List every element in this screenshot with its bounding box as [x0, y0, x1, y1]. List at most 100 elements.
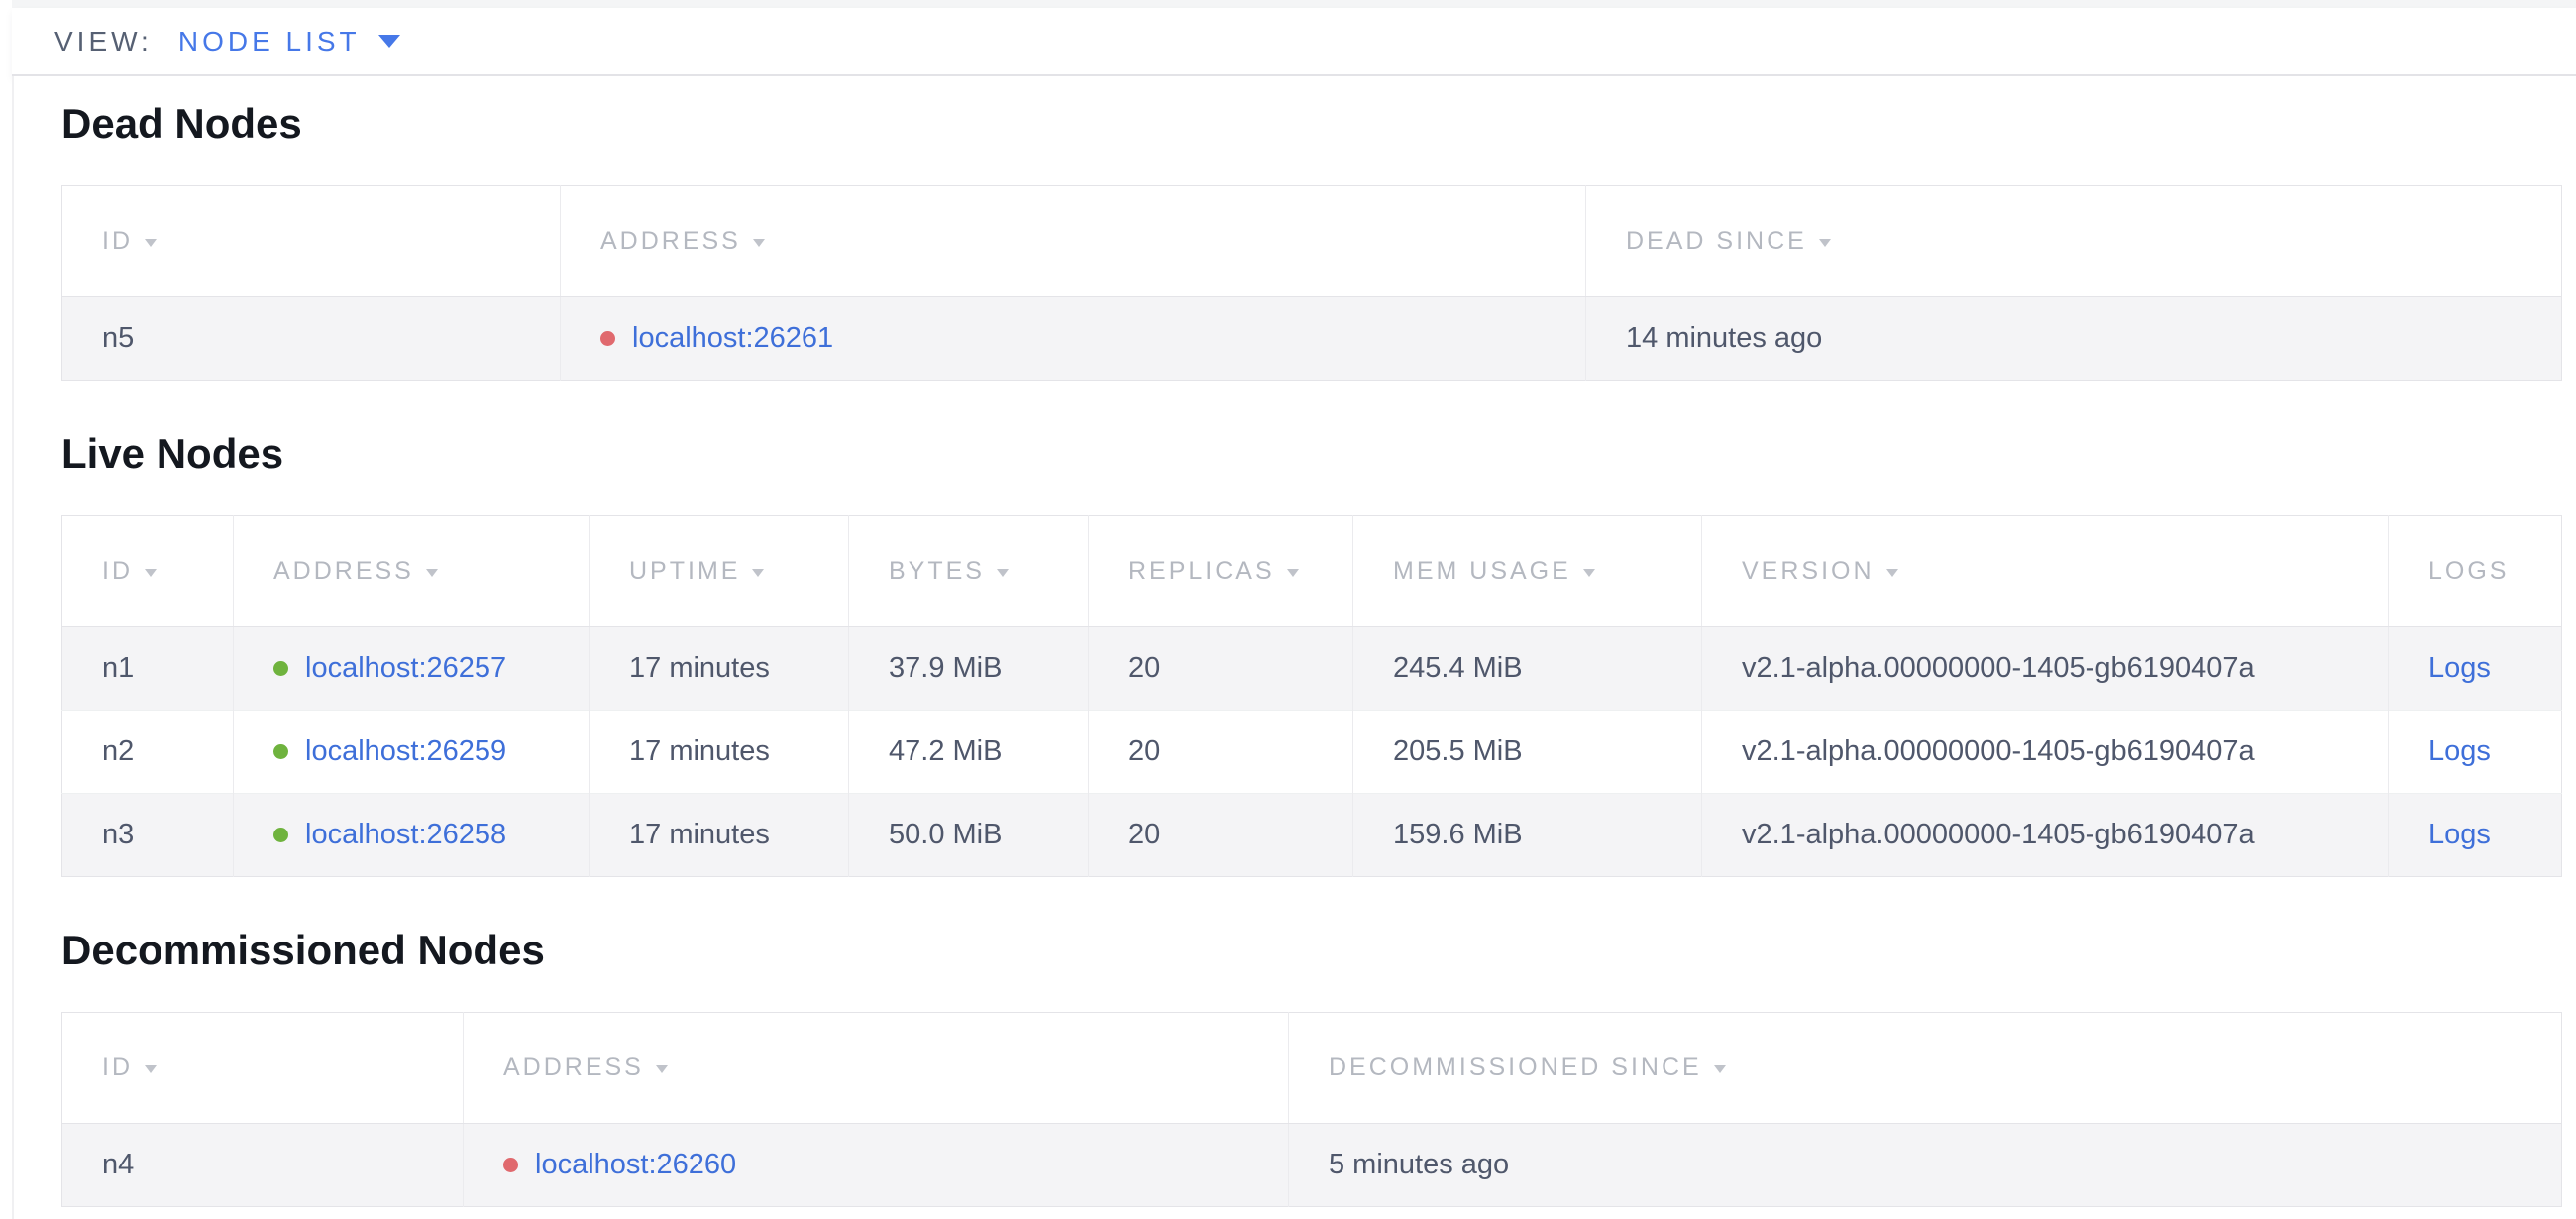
dead-nodes-section: Dead Nodes ID ADDRESS DEAD SINCE n5 localhost… [61, 100, 2576, 381]
cell-value: n5 [102, 322, 134, 354]
cell-id: n1 [62, 627, 234, 711]
sort-caret-icon [145, 1065, 157, 1073]
column-header-id[interactable]: ID [62, 1013, 464, 1124]
node-status-dot-live [273, 828, 288, 842]
cell-mem_usage: 205.5 MiB [1353, 711, 1702, 794]
column-header-uptime[interactable]: UPTIME [590, 516, 849, 627]
cell-value: n4 [102, 1149, 134, 1180]
node-logs-link[interactable]: Logs [2428, 652, 2491, 684]
node-status-dot-live [273, 744, 288, 759]
cell-value: n3 [102, 819, 134, 850]
node-logs-link[interactable]: Logs [2428, 819, 2491, 850]
cell-logs: Logs [2389, 794, 2562, 877]
column-header-replicas[interactable]: REPLICAS [1089, 516, 1353, 627]
column-header-address[interactable]: ADDRESS [561, 186, 1586, 297]
cell-value: 20 [1128, 735, 1160, 767]
table-row: n5 localhost:26261 14 minutes ago [62, 297, 2562, 381]
sort-caret-icon [1819, 239, 1831, 247]
column-header-logs: LOGS [2389, 516, 2562, 627]
sort-caret-icon [1886, 569, 1898, 577]
column-header-label: BYTES [889, 557, 985, 585]
cell-value: 159.6 MiB [1393, 819, 1523, 850]
table-row: n1localhost:2625717 minutes37.9 MiB20245… [62, 627, 2562, 711]
cell-value: 17 minutes [629, 652, 770, 684]
column-header-label: UPTIME [629, 557, 740, 585]
cell-bytes: 37.9 MiB [849, 627, 1089, 711]
node-list-content: Dead Nodes ID ADDRESS DEAD SINCE n5 localhost… [12, 76, 2576, 1219]
sort-caret-icon [145, 569, 157, 577]
cell-address: localhost:26261 [561, 297, 1586, 381]
table-row: n2 localhost:26259 17 minutes 47.2 MiB 20 205… [62, 711, 2562, 794]
cell-value: v2.1-alpha.00000000-1405-gb6190407a [1742, 735, 2255, 767]
cell-address: localhost:26258 [234, 794, 590, 877]
sort-caret-icon [1287, 569, 1299, 577]
top-strip [12, 0, 2576, 8]
cell-value: 5 minutes ago [1329, 1149, 1509, 1180]
column-header-bytes[interactable]: BYTES [849, 516, 1089, 627]
cell-value: v2.1-alpha.00000000-1405-gb6190407a [1742, 819, 2255, 850]
node-address-link[interactable]: localhost:26261 [632, 322, 833, 354]
cell-value: 17 minutes [629, 819, 770, 850]
live-nodes-section: Live Nodes ID ADDRESS UPTIME BYTES REPLICAS ME… [61, 430, 2576, 877]
cell-value: v2.1-alpha.00000000-1405-gb6190407a [1742, 652, 2255, 684]
decommissioned-nodes-section: Decommissioned Nodes ID ADDRESS DECOMMISSIO… [61, 927, 2576, 1207]
column-header-label: ADDRESS [273, 557, 414, 585]
column-header-version[interactable]: VERSION [1702, 516, 2389, 627]
node-address-link[interactable]: localhost:26257 [305, 652, 506, 684]
section-title-dead: Dead Nodes [61, 100, 2576, 148]
column-header-label: REPLICAS [1128, 557, 1275, 585]
column-header-label: ADDRESS [600, 227, 741, 255]
cell-uptime: 17 minutes [590, 794, 849, 877]
cell-value: 14 minutes ago [1626, 322, 1822, 354]
sort-caret-icon [753, 239, 765, 247]
cell-value: 20 [1128, 819, 1160, 850]
decommissioned-nodes-table: ID ADDRESS DECOMMISSIONED SINCE n4 localhost… [61, 1012, 2562, 1207]
cell-replicas: 20 [1089, 711, 1353, 794]
view-selector-dropdown[interactable]: NODE LIST [178, 26, 400, 57]
column-header-mem_usage[interactable]: MEM USAGE [1353, 516, 1702, 627]
cell-address: localhost:26257 [234, 627, 590, 711]
column-header-label: DECOMMISSIONED SINCE [1329, 1053, 1702, 1081]
cell-value: 47.2 MiB [889, 735, 1002, 767]
cell-replicas: 20 [1089, 627, 1353, 711]
cell-version: v2.1-alpha.00000000-1405-gb6190407a [1702, 627, 2389, 711]
cell-value: 205.5 MiB [1393, 735, 1523, 767]
node-address-link[interactable]: localhost:26260 [535, 1149, 736, 1180]
sort-caret-icon [426, 569, 438, 577]
column-header-label: ID [102, 227, 133, 255]
column-header-address[interactable]: ADDRESS [234, 516, 590, 627]
column-header-since[interactable]: DECOMMISSIONED SINCE [1289, 1013, 2562, 1124]
cell-uptime: 17 minutes [590, 711, 849, 794]
cell-id: n5 [62, 297, 561, 381]
column-header-id[interactable]: ID [62, 186, 561, 297]
header-row: ID ADDRESS DEAD SINCE [62, 186, 2562, 297]
cell-address: localhost:26259 [234, 711, 590, 794]
table-row: n4 localhost:26260 5 minutes ago [62, 1124, 2562, 1207]
cell-value: n1 [102, 652, 134, 684]
cell-since: 5 minutes ago [1289, 1124, 2562, 1207]
cell-id: n2 [62, 711, 234, 794]
node-status-dot-decommissioned [503, 1158, 518, 1172]
column-header-id[interactable]: ID [62, 516, 234, 627]
section-title-live: Live Nodes [61, 430, 2576, 478]
column-header-label: LOGS [2428, 557, 2509, 585]
view-label: VIEW: [54, 26, 153, 57]
column-header-label: DEAD SINCE [1626, 227, 1807, 255]
view-bar: VIEW: NODE LIST [12, 8, 2576, 76]
cell-version: v2.1-alpha.00000000-1405-gb6190407a [1702, 711, 2389, 794]
live-nodes-table: ID ADDRESS UPTIME BYTES REPLICAS MEM USAGE VER… [61, 515, 2562, 877]
dead-nodes-table: ID ADDRESS DEAD SINCE n5 localhost:26261 14 m… [61, 185, 2562, 381]
column-header-label: ID [102, 1053, 133, 1081]
column-header-since[interactable]: DEAD SINCE [1586, 186, 2562, 297]
node-address-link[interactable]: localhost:26259 [305, 735, 506, 767]
sort-caret-icon [1714, 1065, 1726, 1073]
column-header-label: MEM USAGE [1393, 557, 1571, 585]
section-title-decommissioned: Decommissioned Nodes [61, 927, 2576, 974]
column-header-label: ADDRESS [503, 1053, 644, 1081]
cell-since: 14 minutes ago [1586, 297, 2562, 381]
table-row: n3localhost:2625817 minutes50.0 MiB20159… [62, 794, 2562, 877]
node-logs-link[interactable]: Logs [2428, 735, 2491, 767]
node-address-link[interactable]: localhost:26258 [305, 819, 506, 850]
view-selected-value: NODE LIST [178, 26, 361, 57]
column-header-address[interactable]: ADDRESS [464, 1013, 1289, 1124]
